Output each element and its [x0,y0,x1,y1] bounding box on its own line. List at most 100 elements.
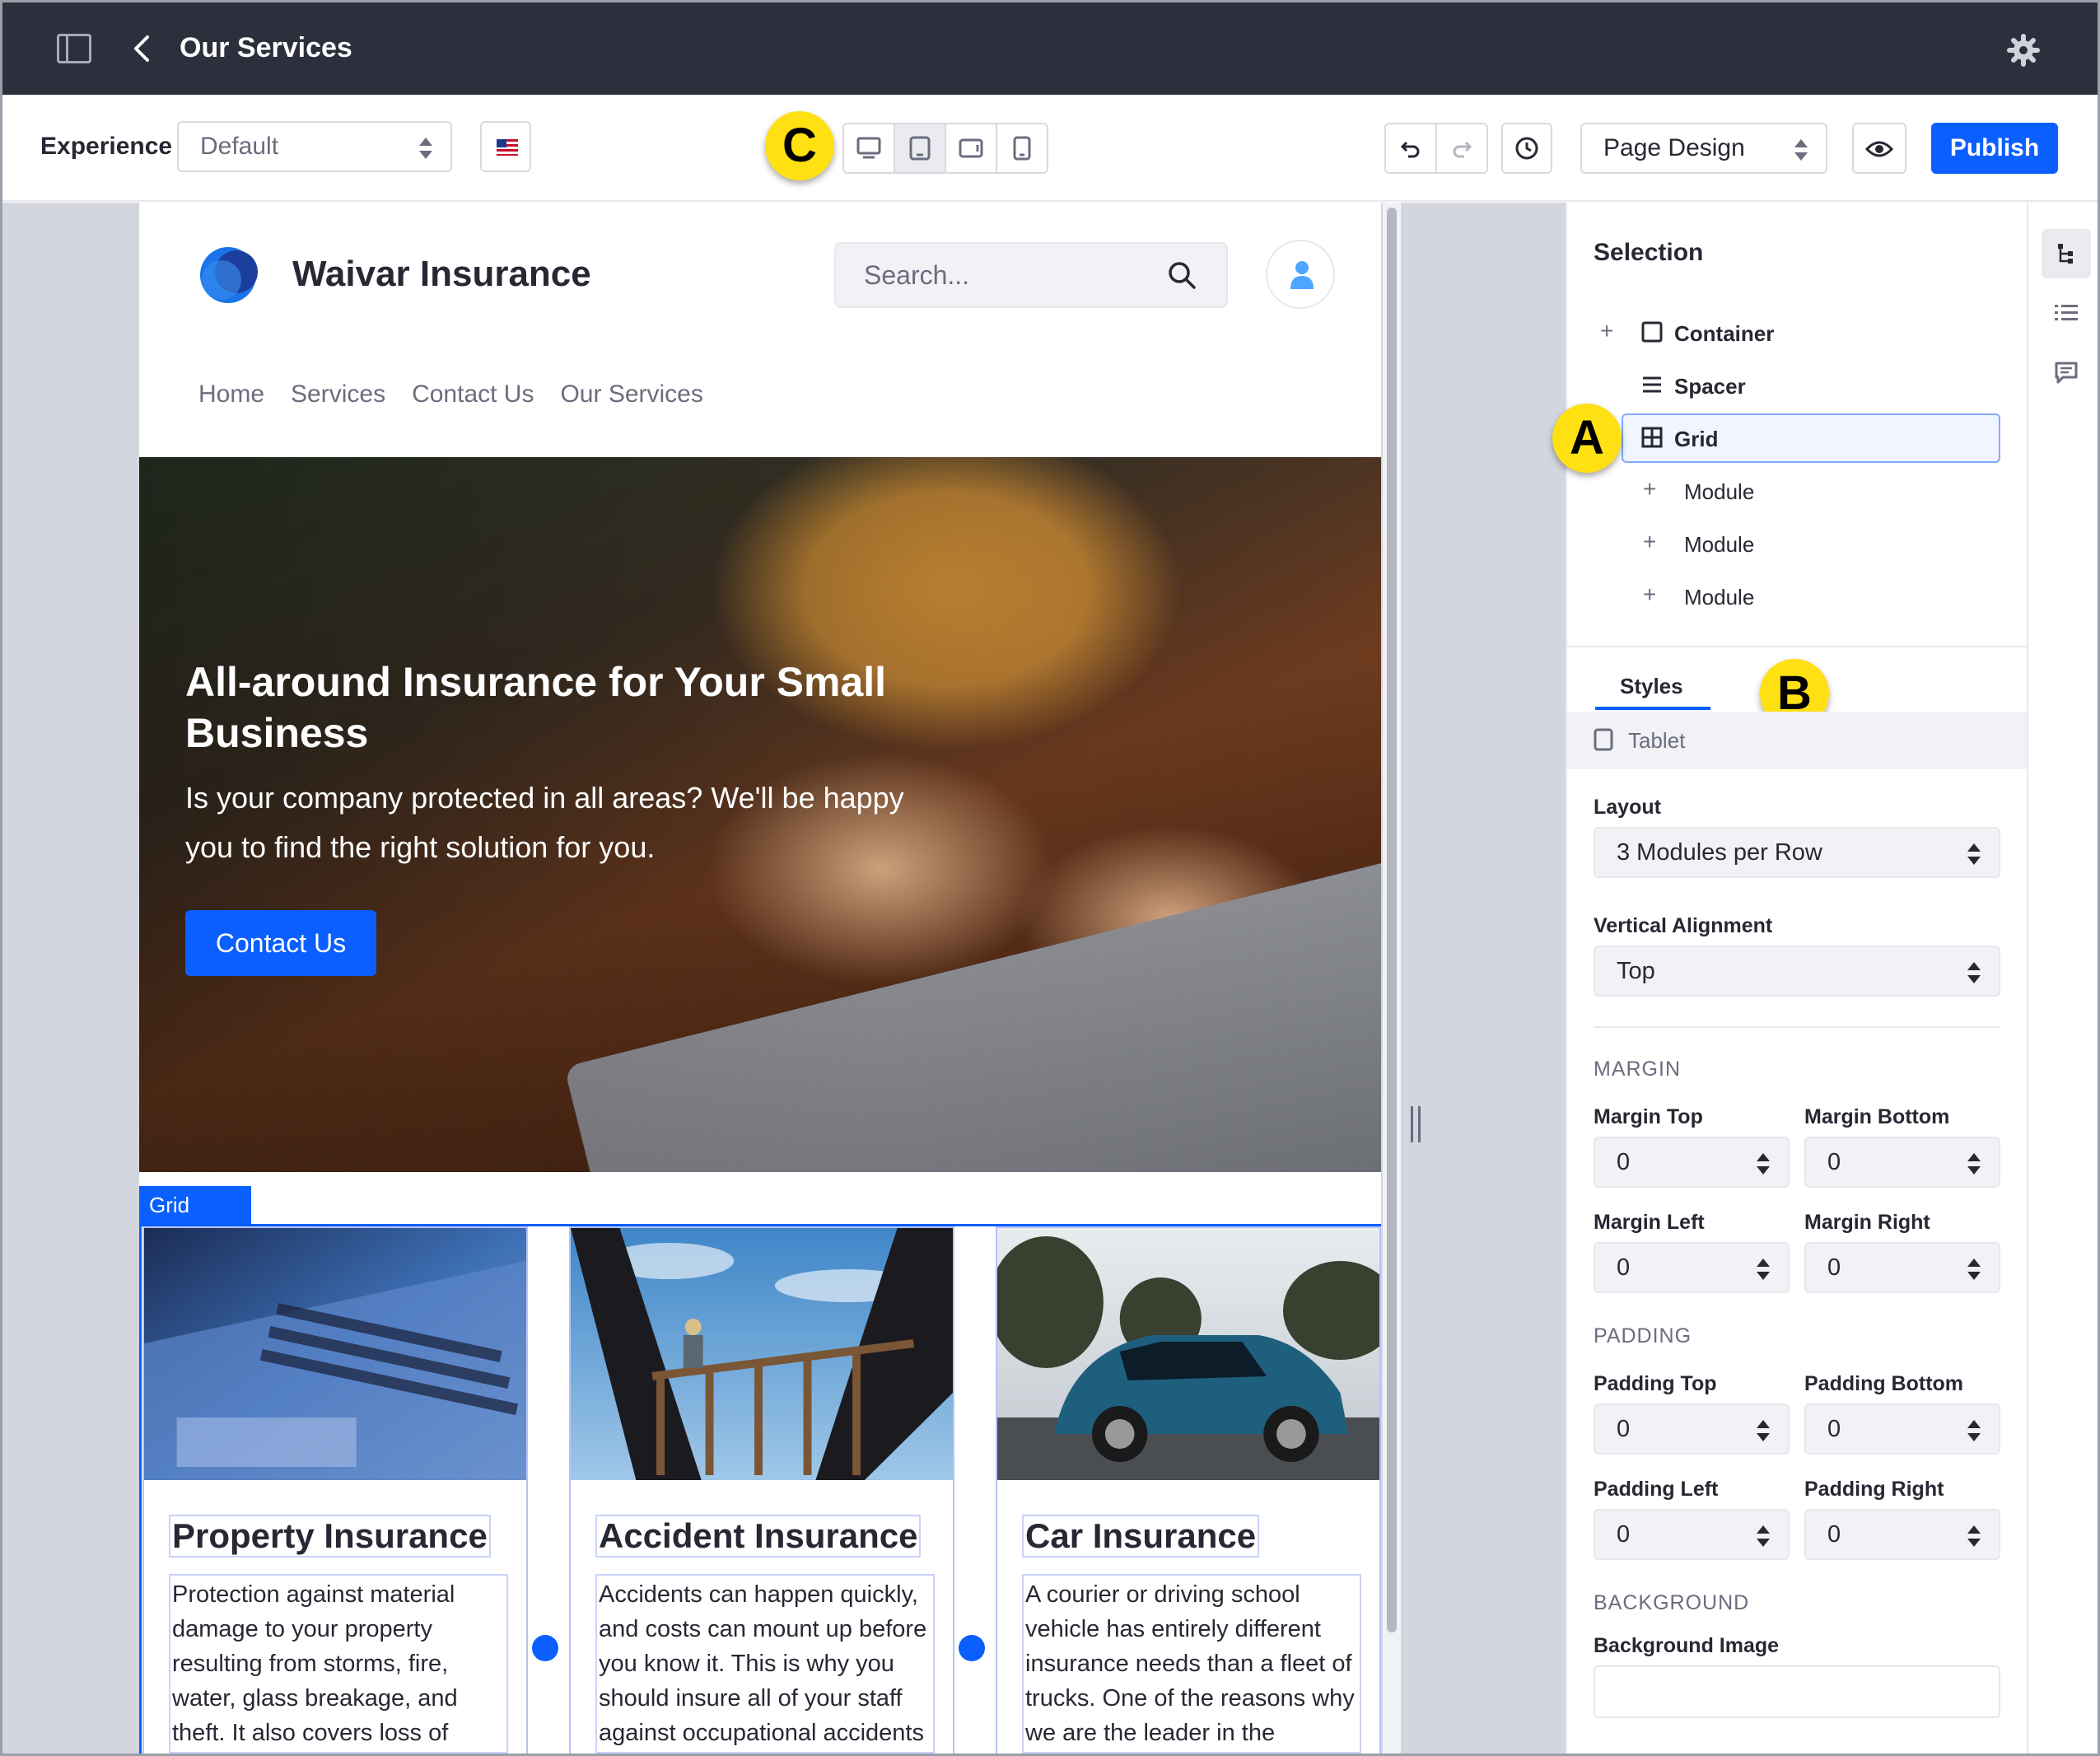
nav-item-our-services[interactable]: Our Services [560,381,702,409]
nav-item-home[interactable]: Home [198,381,264,409]
background-image-label: Background Image [1594,1634,1780,1657]
grid-label-tag[interactable]: Grid [139,1186,251,1224]
select-arrows-icon [1757,1153,1770,1175]
page-preview: Waivar Insurance Search... Home Services… [139,203,1381,1754]
card-text[interactable]: Accidents can happen quickly, and costs … [595,1574,935,1754]
site-search-input[interactable]: Search... [834,242,1228,308]
tablet-icon [1594,728,1613,751]
brand-logo-icon [200,247,258,303]
page-structure-button[interactable] [2042,229,2091,278]
redo-icon [1453,141,1472,158]
panel-resize-handle[interactable] [1411,1106,1421,1142]
grid-resize-handle[interactable] [959,1635,985,1661]
divider [1567,646,2028,647]
device-label: Tablet [1628,728,1686,753]
margin-right-label: Margin Right [1804,1211,1930,1234]
padding-left-value: 0 [1617,1521,1631,1548]
user-icon [1290,261,1314,289]
selection-panel: Selection + Container Spacer Grid A + Mo… [1552,203,2028,1754]
card-accident[interactable]: Accident Insurance Accidents can happen … [569,1226,954,1754]
desktop-view-button[interactable] [844,124,895,172]
padding-left-select[interactable]: 0 [1594,1509,1790,1560]
scrollbar-thumb[interactable] [1387,208,1397,1632]
margin-top-select[interactable]: 0 [1594,1137,1790,1188]
publish-button[interactable]: Publish [1931,123,2058,174]
top-bar: Our Services [2,2,2098,95]
tree-item-module[interactable]: Module [1684,479,1754,505]
card-text[interactable]: A courier or driving school vehicle has … [1022,1574,1361,1754]
margin-bottom-select[interactable]: 0 [1804,1137,2000,1188]
layout-select[interactable]: 3 Modules per Row [1594,827,2000,878]
layout-label: Layout [1594,796,1661,819]
background-image-input[interactable] [1594,1665,2000,1718]
experience-select[interactable]: Default [177,121,452,172]
select-arrows-icon [1967,1420,1981,1441]
card-title[interactable]: Property Insurance [169,1515,491,1558]
eye-icon [1865,141,1893,157]
spacer-icon [1643,376,1661,393]
blue-car-image [997,1228,1379,1480]
margin-bottom-label: Margin Bottom [1804,1105,1950,1128]
user-avatar[interactable] [1266,240,1335,309]
margin-right-select[interactable]: 0 [1804,1242,2000,1293]
tree-item-module[interactable]: Module [1684,532,1754,558]
browser-button[interactable] [2042,288,2091,338]
grid-resize-handle[interactable] [532,1635,558,1661]
portrait-view-button[interactable] [997,124,1047,172]
expand-icon[interactable]: + [1643,476,1656,502]
card-property[interactable]: Property Insurance Protection against ma… [142,1226,528,1754]
language-button[interactable] [480,121,531,172]
history-button[interactable] [1501,123,1552,174]
expand-icon[interactable]: + [1643,581,1656,608]
margin-left-value: 0 [1617,1254,1631,1281]
nav-item-contact-us[interactable]: Contact Us [412,381,534,409]
desktop-icon [856,137,881,159]
callout-marker-a: A [1552,404,1622,473]
comments-button[interactable] [2042,348,2091,397]
background-section-label: BACKGROUND [1594,1591,1750,1614]
padding-right-select[interactable]: 0 [1804,1509,2000,1560]
preview-scrollbar[interactable] [1383,203,1401,1754]
padding-bottom-select[interactable]: 0 [1804,1403,2000,1455]
search-placeholder: Search... [864,260,970,290]
landscape-view-button[interactable] [946,124,997,172]
page-title: Our Services [180,32,352,63]
margin-left-select[interactable]: 0 [1594,1242,1790,1293]
padding-top-select[interactable]: 0 [1594,1403,1790,1455]
side-rail [2027,203,2098,1754]
select-arrows-icon [1967,1153,1981,1175]
view-mode-select[interactable]: Page Design [1580,123,1827,174]
sidebar-toggle-icon[interactable] [57,34,91,63]
tree-item-grid[interactable]: Grid [1674,427,1718,452]
card-car[interactable]: Car Insurance A courier or driving schoo… [996,1226,1381,1754]
preview-button[interactable] [1852,123,1906,174]
laptop-keyboard-image [144,1228,526,1480]
gear-icon[interactable] [2007,34,2040,67]
margin-right-value: 0 [1827,1254,1841,1281]
landscape-mobile-icon [959,138,983,158]
tablet-view-button[interactable] [895,124,946,172]
nav-item-services[interactable]: Services [291,381,385,409]
card-title[interactable]: Accident Insurance [595,1515,922,1558]
card-text[interactable]: Protection against material damage to yo… [169,1574,508,1754]
divider [1594,1026,2000,1028]
construction-worker-image [571,1228,953,1480]
contact-us-button[interactable]: Contact Us [185,910,376,976]
card-title[interactable]: Car Insurance [1022,1515,1260,1558]
tab-styles[interactable]: Styles [1620,674,1683,699]
tree-item-module[interactable]: Module [1684,585,1754,610]
redo-button[interactable] [1437,124,1486,172]
search-icon[interactable] [1167,260,1197,290]
vertical-alignment-select[interactable]: Top [1594,946,2000,997]
container-icon [1641,321,1663,343]
select-arrows-icon [1757,1420,1770,1441]
select-arrows-icon [1967,1525,1981,1547]
undo-button[interactable] [1386,124,1437,172]
expand-icon[interactable]: + [1643,529,1656,555]
expand-icon[interactable]: + [1600,318,1613,344]
hero-banner: All-around Insurance for Your Small Busi… [139,457,1381,1172]
tree-item-spacer[interactable]: Spacer [1674,374,1746,399]
back-chevron-icon[interactable] [126,32,159,65]
tree-item-container[interactable]: Container [1674,321,1774,347]
app-window: Our Services Experience Default C Page D… [0,0,2100,1756]
